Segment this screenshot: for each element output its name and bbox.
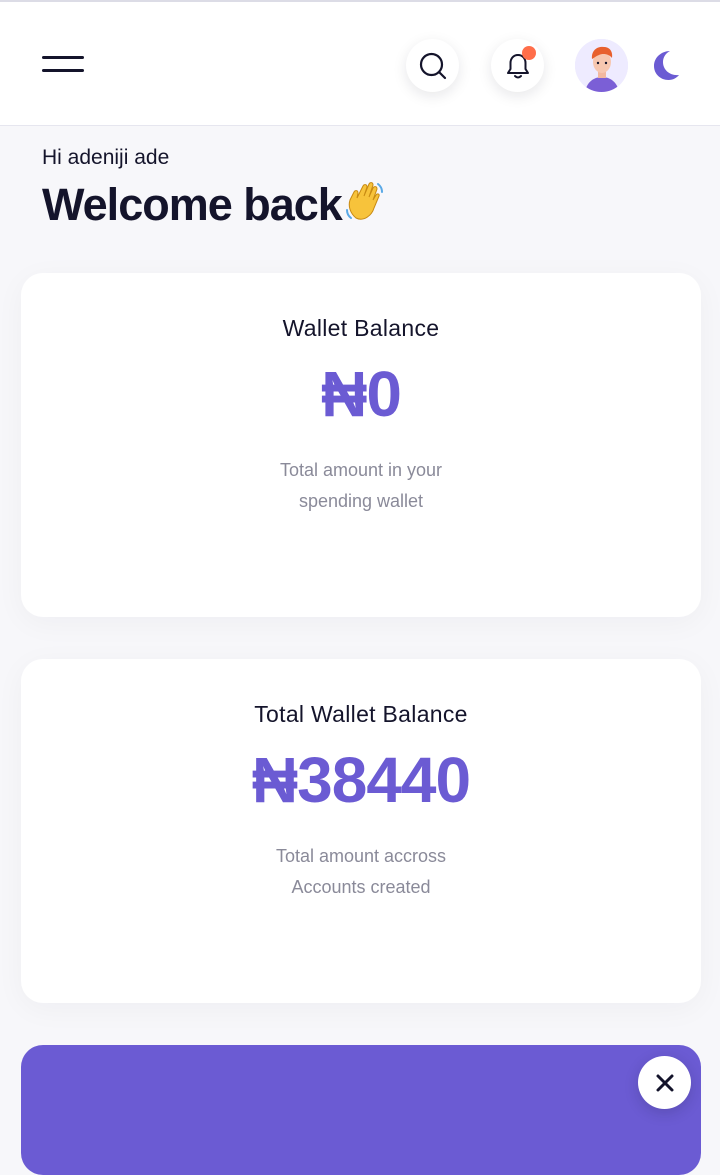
greeting-text: Hi adeniji ade (42, 146, 170, 169)
card-description-line: Accounts created (291, 877, 431, 897)
moon-icon (654, 51, 679, 80)
card-description-line: Total amount in your (279, 460, 443, 480)
total-wallet-balance-card: Total Wallet Balance ₦38440 Total amount… (21, 659, 701, 1003)
theme-toggle[interactable] (648, 48, 682, 82)
top-header (0, 0, 720, 126)
user-avatar-icon (575, 39, 628, 92)
search-icon (419, 52, 446, 79)
welcome-text: Welcome back (42, 179, 343, 230)
search-button[interactable] (406, 39, 459, 92)
card-title: Total Wallet Balance (254, 701, 468, 727)
hamburger-menu-icon[interactable] (42, 56, 84, 74)
promo-banner (21, 1045, 701, 1175)
card-description-line: spending wallet (298, 491, 424, 511)
card-title: Wallet Balance (282, 315, 440, 341)
wallet-balance-card: Wallet Balance ₦0 Total amount in your s… (21, 273, 701, 617)
card-description: Total amount in your spending wallet (21, 455, 701, 517)
page-title: Welcome back (42, 178, 388, 231)
notifications-button[interactable] (491, 39, 544, 92)
card-description-line: Total amount accross (275, 846, 447, 866)
card-description: Total amount accross Accounts created (21, 841, 701, 903)
notification-badge (522, 46, 536, 60)
close-banner-button[interactable] (638, 1056, 691, 1109)
close-icon (656, 1074, 673, 1091)
wallet-balance-amount: ₦0 (321, 358, 402, 430)
avatar[interactable] (575, 39, 628, 92)
total-wallet-balance-amount: ₦38440 (251, 744, 471, 816)
waving-hand-icon (345, 182, 383, 220)
